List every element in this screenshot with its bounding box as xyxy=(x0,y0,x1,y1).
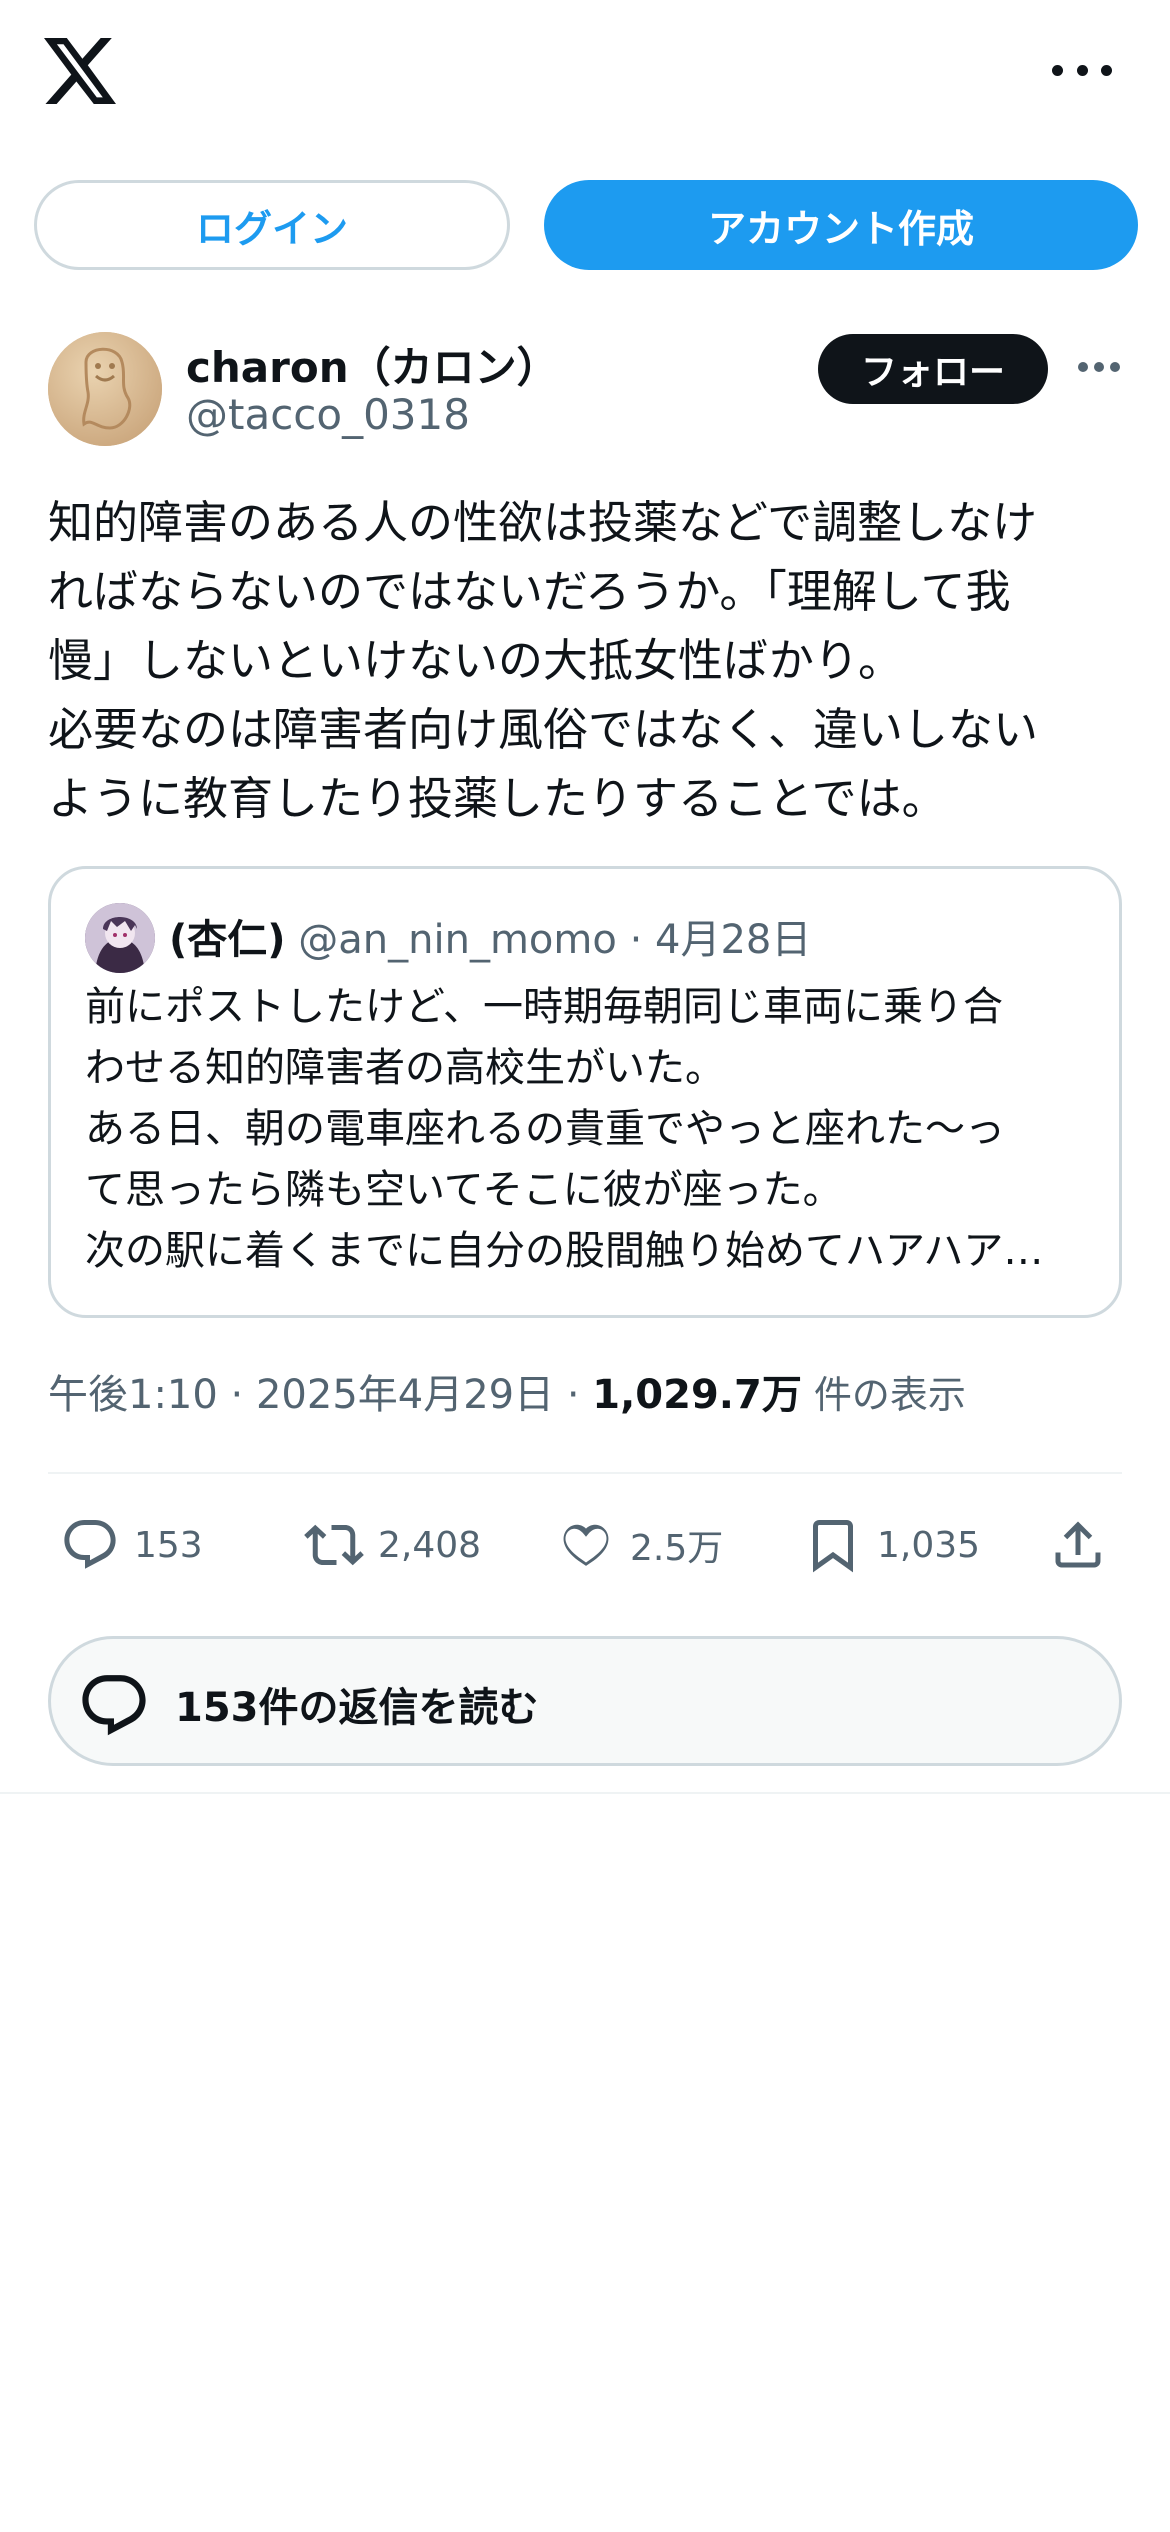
quoted-display-name[interactable]: (杏仁) xyxy=(169,917,286,963)
quoted-text-line: 次の駅に着くまでに自分の股間触り始めてハアハア… xyxy=(85,1228,1044,1274)
create-account-button[interactable]: アカウント作成 xyxy=(544,180,1138,270)
post-text-line: ように教育したり投薬したりすることでは。 xyxy=(48,772,947,825)
bookmark-count: 1,035 xyxy=(877,1524,981,1566)
share-button[interactable] xyxy=(1048,1505,1122,1585)
bookmark-icon xyxy=(813,1520,853,1573)
action-bar: 153 2,408 2.5万 1,035 xyxy=(48,1505,1122,1585)
display-name[interactable]: charon（カロン） xyxy=(186,334,559,395)
quoted-post[interactable]: (杏仁) @an_nin_momo · 4月28日 前にポストしたけど、一時期毎… xyxy=(48,866,1122,1318)
speech-bubble-icon xyxy=(82,1675,146,1736)
x-logo-icon[interactable] xyxy=(44,38,116,104)
like-count: 2.5万 xyxy=(630,1528,724,1569)
read-replies-button[interactable]: 153件の返信を読む xyxy=(48,1636,1122,1766)
user-handle[interactable]: @tacco_0318 xyxy=(186,390,470,439)
quoted-date[interactable]: 4月28日 xyxy=(655,917,811,963)
heart-icon xyxy=(563,1524,609,1566)
quoted-handle[interactable]: @an_nin_momo xyxy=(298,917,617,963)
post-text: 知的障害のある人の性欲は投薬などで調整しなけ ればならないのではないだろうか。「… xyxy=(48,488,1132,833)
bookmark-button[interactable]: 1,035 xyxy=(803,1505,980,1585)
repost-icon xyxy=(304,1524,364,1566)
divider xyxy=(0,1792,1170,1794)
like-button[interactable]: 2.5万 xyxy=(556,1505,723,1585)
post-text-line: ればならないのではないだろうか。「理解して我 xyxy=(48,565,1011,618)
avatar[interactable] xyxy=(48,332,162,446)
post-text-line: 慢」しないといけないの大抵女性ばかり。 xyxy=(48,634,904,687)
post-text-line: 知的障害のある人の性欲は投薬などで調整しなけ xyxy=(48,496,1038,549)
quoted-avatar[interactable] xyxy=(85,903,155,973)
separator-dot: · xyxy=(629,917,643,963)
views-count: 1,029.7万 xyxy=(592,1372,802,1418)
follow-button[interactable]: フォロー xyxy=(818,334,1048,404)
repost-count: 2,408 xyxy=(378,1524,482,1566)
views-label: 件の表示 xyxy=(801,1373,966,1417)
divider xyxy=(48,1472,1122,1474)
quoted-text-line: ある日、朝の電車座れるの貴重でやっと座れた〜っ xyxy=(85,1106,1005,1152)
share-icon xyxy=(1055,1521,1101,1568)
post-text-line: 必要なのは障害者向け風俗ではなく、違いしない xyxy=(48,703,1039,756)
quoted-text-line: て思ったら隣も空いてそこに彼が座った。 xyxy=(85,1167,843,1213)
post-author: charon（カロン） @tacco_0318 フォロー xyxy=(48,332,1128,452)
reply-button[interactable]: 153 xyxy=(60,1505,203,1585)
quoted-text-line: わせる知的障害者の高校生がいた。 xyxy=(85,1045,725,1091)
quoted-text: 前にポストしたけど、一時期毎朝同じ車両に乗り合 わせる知的障害者の高校生がいた。… xyxy=(85,977,1095,1282)
more-horizontal-icon[interactable] xyxy=(1052,55,1112,85)
quoted-text-line: 前にポストしたけど、一時期毎朝同じ車両に乗り合 xyxy=(85,984,1003,1030)
login-button[interactable]: ログイン xyxy=(34,180,510,270)
read-replies-label: 153件の返信を読む xyxy=(175,1685,539,1731)
post-timestamp[interactable]: 午後1:10 · 2025年4月29日 · xyxy=(48,1372,592,1418)
top-bar xyxy=(0,0,1170,150)
more-options-icon[interactable] xyxy=(1078,362,1120,374)
post-meta: 午後1:10 · 2025年4月29日 · 1,029.7万 件の表示 xyxy=(48,1362,966,1420)
reply-count: 153 xyxy=(134,1524,203,1566)
quoted-header: (杏仁) @an_nin_momo · 4月28日 xyxy=(169,907,811,965)
reply-icon xyxy=(64,1520,116,1569)
repost-button[interactable]: 2,408 xyxy=(304,1505,481,1585)
auth-buttons: ログイン アカウント作成 xyxy=(34,180,1138,270)
